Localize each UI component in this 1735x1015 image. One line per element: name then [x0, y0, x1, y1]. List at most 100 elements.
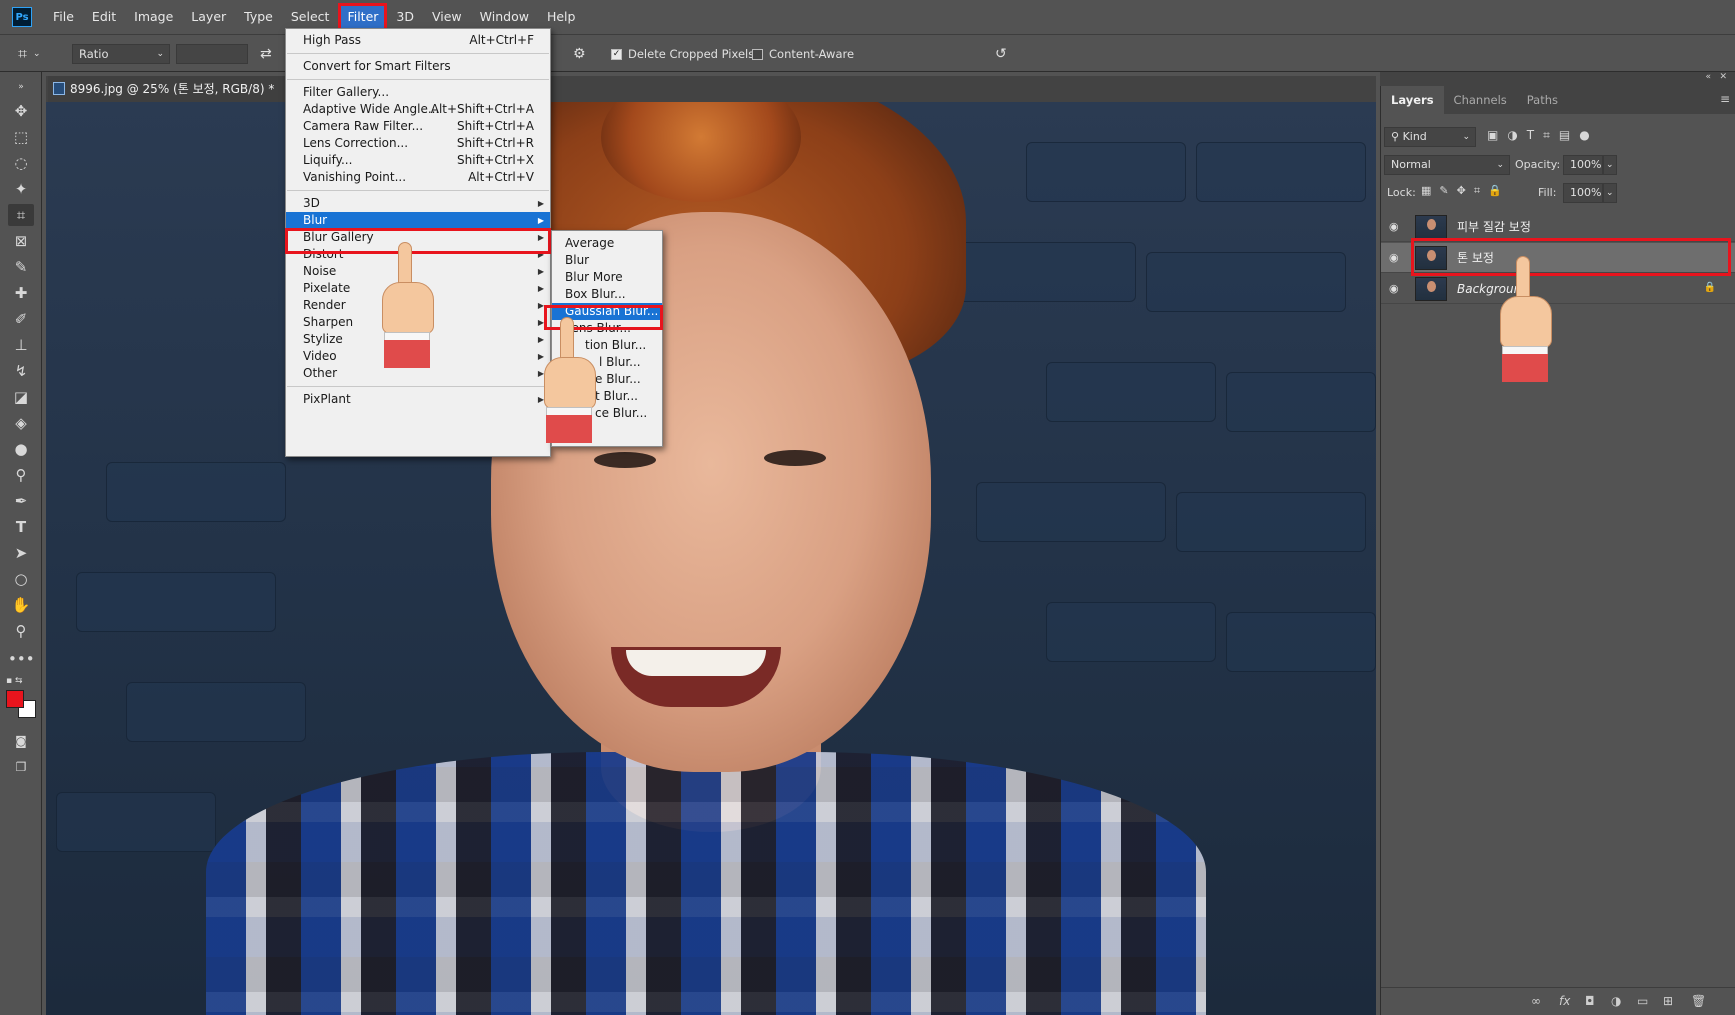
visibility-eye-icon[interactable]: ◉ — [1389, 251, 1399, 264]
tab-channels[interactable]: Channels — [1444, 86, 1517, 114]
menu-item-radial-blur[interactable]: l Blur... — [552, 354, 662, 371]
eraser-tool-icon[interactable]: ◪ — [8, 386, 34, 408]
menu-item-pixplant[interactable]: PixPlant ▶ — [286, 391, 550, 408]
path-selection-tool-icon[interactable]: ➤ — [8, 542, 34, 564]
quick-mask-icon[interactable]: ◙ — [8, 730, 34, 752]
menu-item-shape-blur[interactable]: e Blur... — [552, 371, 662, 388]
menu-item-box-blur[interactable]: Box Blur... — [552, 286, 662, 303]
menu-image[interactable]: Image — [127, 5, 180, 29]
dodge-tool-icon[interactable]: ⚲ — [8, 464, 34, 486]
tab-layers[interactable]: Layers — [1381, 86, 1444, 114]
blend-mode-select[interactable]: Normal ⌄ — [1384, 155, 1510, 175]
tab-paths[interactable]: Paths — [1517, 86, 1568, 114]
healing-brush-tool-icon[interactable]: ✚ — [8, 282, 34, 304]
ratio-width-input[interactable] — [176, 44, 248, 64]
menu-item-sharpen[interactable]: Sharpen ▶ — [286, 314, 550, 331]
ellipse-tool-icon[interactable]: ○ — [8, 568, 34, 590]
eyedropper-tool-icon[interactable]: ✎ — [8, 256, 34, 278]
hand-tool-icon[interactable]: ✋ — [8, 594, 34, 616]
menu-item-gaussian-blur[interactable]: Gaussian Blur... — [552, 303, 662, 320]
brush-tool-icon[interactable]: ✐ — [8, 308, 34, 330]
menu-select[interactable]: Select — [284, 5, 337, 29]
menu-item-liquify[interactable]: Liquify... Shift+Ctrl+X — [286, 152, 550, 169]
menu-item-render[interactable]: Render ▶ — [286, 297, 550, 314]
foreground-color-swatch[interactable] — [6, 690, 24, 708]
screen-mode-icon[interactable]: ❐ — [8, 756, 34, 778]
filter-kind-select[interactable]: ⚲ Kind ⌄ — [1384, 127, 1476, 147]
visibility-eye-icon[interactable]: ◉ — [1389, 282, 1399, 295]
new-group-icon[interactable]: ▭ — [1637, 994, 1648, 1008]
frame-tool-icon[interactable]: ⊠ — [8, 230, 34, 252]
image-canvas[interactable] — [46, 102, 1376, 1015]
menu-item-average[interactable]: Average — [552, 235, 662, 252]
gear-icon[interactable]: ⚙ — [573, 44, 586, 64]
layer-row-background[interactable]: ◉ Background 🔒 — [1381, 274, 1735, 304]
menu-item-blur-simple[interactable]: Blur — [552, 252, 662, 269]
fx-icon[interactable]: fx — [1559, 994, 1570, 1008]
menu-window[interactable]: Window — [473, 5, 536, 29]
panel-menu-icon[interactable]: ≡ — [1720, 92, 1730, 106]
menu-item-smart-blur[interactable]: t Blur... — [552, 388, 662, 405]
menu-item-stylize[interactable]: Stylize ▶ — [286, 331, 550, 348]
menu-item-video[interactable]: Video ▶ — [286, 348, 550, 365]
menu-item-camera-raw-filter[interactable]: Camera Raw Filter... Shift+Ctrl+A — [286, 118, 550, 135]
type-tool-icon[interactable]: T — [8, 516, 34, 538]
default-colors-icon[interactable]: ▪ ⇆ — [6, 676, 36, 688]
opacity-chevron-icon[interactable]: ⌄ — [1603, 155, 1617, 175]
blur-tool-icon[interactable]: ● — [8, 438, 34, 460]
content-aware-checkbox[interactable]: Content-Aware — [752, 44, 854, 64]
menu-item-convert-smart-filters[interactable]: Convert for Smart Filters — [286, 58, 550, 75]
menu-item-blur[interactable]: Blur ▶ — [286, 212, 550, 229]
ratio-select[interactable]: Ratio ⌄ — [72, 44, 170, 64]
crop-tool-icon[interactable]: ⌗ — [8, 204, 34, 226]
menu-item-surface-blur[interactable]: ce Blur... — [552, 405, 662, 422]
history-brush-tool-icon[interactable]: ↯ — [8, 360, 34, 382]
lock-options-icons[interactable]: ▦✎✥⌗🔒 — [1421, 184, 1510, 198]
menu-filter[interactable]: Filter — [338, 3, 388, 31]
close-icon[interactable]: ✕ — [1719, 72, 1727, 82]
lasso-tool-icon[interactable]: ◌ — [8, 152, 34, 174]
menu-edit[interactable]: Edit — [85, 5, 123, 29]
menu-item-blur-gallery[interactable]: Blur Gallery ▶ — [286, 229, 550, 246]
menu-item-lens-blur[interactable]: Lens Blur... — [552, 320, 662, 337]
layer-row-skin-texture[interactable]: ◉ 피부 질감 보정 — [1381, 212, 1735, 242]
reset-icon[interactable]: ↺ — [995, 44, 1007, 64]
fill-input[interactable]: 100% — [1563, 183, 1603, 203]
menu-item-high-pass[interactable]: High Pass Alt+Ctrl+F — [286, 32, 550, 49]
toolbar-collapse-icon[interactable]: » — [8, 76, 34, 98]
menu-item-vanishing-point[interactable]: Vanishing Point... Alt+Ctrl+V — [286, 169, 550, 186]
menu-file[interactable]: File — [46, 5, 81, 29]
menu-item-filter-gallery[interactable]: Filter Gallery... — [286, 84, 550, 101]
layer-filter-icons[interactable]: ▣◑T⌗▤● — [1487, 128, 1599, 143]
delete-cropped-pixels-checkbox[interactable]: ✓ Delete Cropped Pixels — [611, 44, 754, 64]
menu-item-pixelate[interactable]: Pixelate ▶ — [286, 280, 550, 297]
opacity-input[interactable]: 100% — [1563, 155, 1603, 175]
menu-item-lens-correction[interactable]: Lens Correction... Shift+Ctrl+R — [286, 135, 550, 152]
menu-3d[interactable]: 3D — [389, 5, 421, 29]
adjustment-layer-icon[interactable]: ◑ — [1611, 994, 1621, 1008]
marquee-tool-icon[interactable]: ⬚ — [8, 126, 34, 148]
fill-chevron-icon[interactable]: ⌄ — [1603, 183, 1617, 203]
menu-item-distort[interactable]: Distort ▶ — [286, 246, 550, 263]
link-layers-icon[interactable]: ∞ — [1531, 994, 1541, 1008]
menu-item-motion-blur[interactable]: tion Blur... — [552, 337, 662, 354]
trash-icon[interactable]: 🗑 — [1691, 994, 1706, 1008]
crop-tool-preset-icon[interactable]: ⌗ ⌄ — [18, 44, 41, 64]
clone-stamp-tool-icon[interactable]: ⊥ — [8, 334, 34, 356]
add-mask-icon[interactable]: ◘ — [1585, 994, 1595, 1008]
menu-item-3d[interactable]: 3D ▶ — [286, 195, 550, 212]
menu-help[interactable]: Help — [540, 5, 583, 29]
document-tab[interactable]: 8996.jpg @ 25% (톤 보정, RGB/8) * — [48, 76, 288, 102]
pen-tool-icon[interactable]: ✒ — [8, 490, 34, 512]
layer-row-tone-correction[interactable]: ◉ 톤 보정 — [1381, 243, 1735, 273]
zoom-tool-icon[interactable]: ⚲ — [8, 620, 34, 642]
menu-view[interactable]: View — [425, 5, 469, 29]
paint-bucket-tool-icon[interactable]: ◈ — [8, 412, 34, 434]
menu-item-other[interactable]: Other ▶ — [286, 365, 550, 382]
collapse-icon[interactable]: « — [1705, 72, 1711, 82]
menu-item-blur-more[interactable]: Blur More — [552, 269, 662, 286]
menu-item-adaptive-wide-angle[interactable]: Adaptive Wide Angle... Alt+Shift+Ctrl+A — [286, 101, 550, 118]
menu-item-noise[interactable]: Noise ▶ — [286, 263, 550, 280]
menu-layer[interactable]: Layer — [184, 5, 233, 29]
move-tool-icon[interactable]: ✥ — [8, 100, 34, 122]
